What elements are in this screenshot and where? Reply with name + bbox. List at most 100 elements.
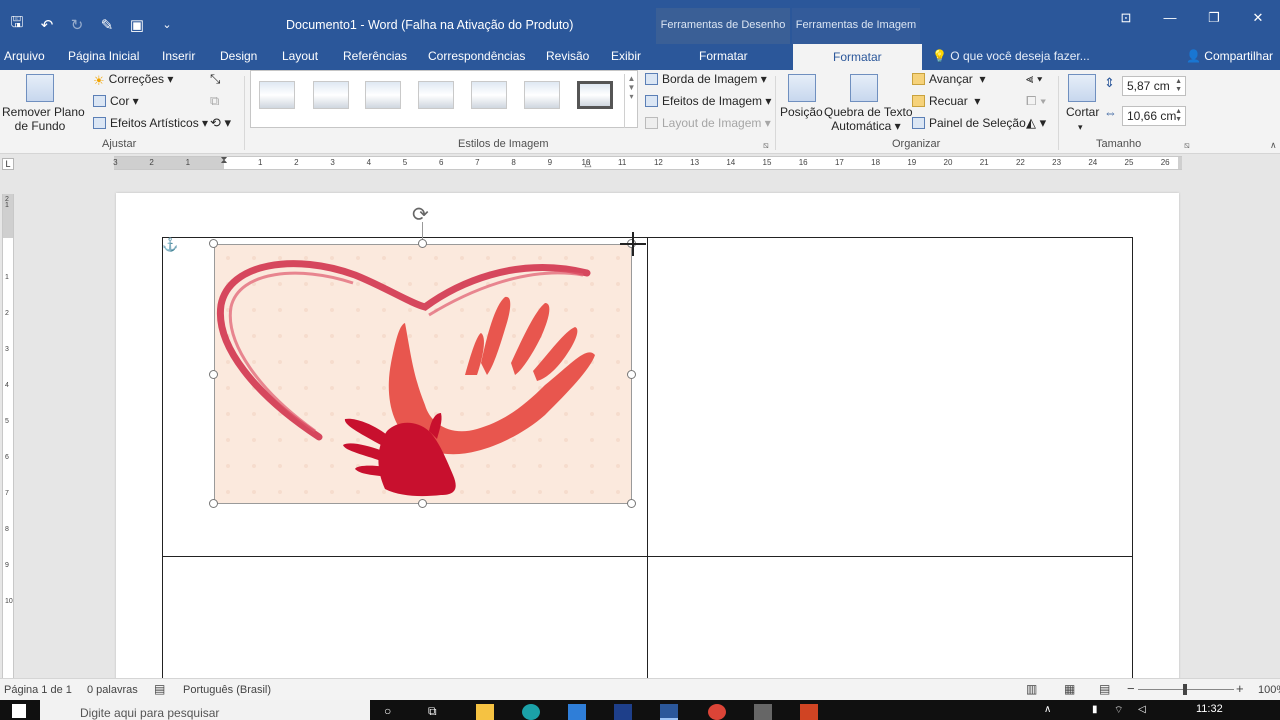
compress-pictures-icon[interactable]: ⤡ xyxy=(210,72,220,86)
styles-dialog-launcher-icon[interactable]: ⧅ xyxy=(763,138,769,152)
restore-button[interactable]: ❐ xyxy=(1192,10,1236,26)
redo-icon[interactable]: ↻ xyxy=(68,16,86,34)
share-button[interactable]: 👤 Compartilhar xyxy=(1186,47,1273,65)
customize-qat-icon[interactable]: ⌄ xyxy=(158,18,176,31)
task-view-icon[interactable]: ⧉ xyxy=(428,704,446,720)
layout-icon[interactable]: ▣ xyxy=(128,16,146,34)
picture-styles-gallery[interactable] xyxy=(250,70,638,128)
rotate-objects-icon[interactable]: ◭ ▾ xyxy=(1026,116,1046,130)
resize-handle-bottom[interactable] xyxy=(418,499,427,508)
size-dialog-launcher-icon[interactable]: ⧅ xyxy=(1184,138,1190,152)
tell-me-search[interactable]: 💡 O que você deseja fazer... xyxy=(932,47,1090,65)
style-thumb[interactable] xyxy=(365,81,401,109)
ribbon-options-icon[interactable]: ⊡ xyxy=(1104,10,1148,26)
artistic-effects-button[interactable]: Efeitos Artísticos ▾ xyxy=(93,116,208,130)
tab-formatar-imagem[interactable]: Formatar xyxy=(793,44,922,70)
crop-icon[interactable] xyxy=(1068,74,1096,102)
edge-icon[interactable] xyxy=(522,704,540,720)
reset-picture-icon[interactable]: ⟲ ▾ xyxy=(210,116,231,130)
wrap-text-icon[interactable] xyxy=(850,74,878,102)
remove-background-button[interactable]: Remover Plano de Fundo xyxy=(2,105,85,133)
width-spinner[interactable]: ▲ ▼ xyxy=(1175,108,1182,124)
zoom-in-button[interactable]: + xyxy=(1236,681,1244,696)
tab-arquivo[interactable]: Arquivo xyxy=(4,47,45,67)
align-icon[interactable]: ⫷ ▾ xyxy=(1026,72,1042,86)
color-button[interactable]: Cor ▾ xyxy=(93,94,139,108)
resize-handle-bottom-right[interactable] xyxy=(627,499,636,508)
position-button[interactable]: Posição xyxy=(780,105,823,119)
width-field[interactable]: 10,66 cm ▲ ▼ xyxy=(1122,106,1186,126)
read-mode-icon[interactable]: ▥ xyxy=(1026,682,1037,696)
change-picture-icon[interactable]: ⧉ xyxy=(210,94,219,108)
picture-layout-button[interactable]: Layout de Imagem ▾ xyxy=(645,116,771,130)
tray-chevron-icon[interactable]: ∧ xyxy=(1044,704,1062,720)
group-objects-icon[interactable]: ⧠ ▾ xyxy=(1026,94,1046,108)
word-count[interactable]: 0 palavras xyxy=(87,684,138,696)
language[interactable]: Português (Brasil) xyxy=(183,684,271,696)
tab-referencias[interactable]: Referências xyxy=(343,47,407,67)
resize-handle-top[interactable] xyxy=(418,239,427,248)
resize-handle-right[interactable] xyxy=(627,370,636,379)
vertical-ruler[interactable]: 2 1 1 2 3 4 5 6 7 8 9 10 xyxy=(2,194,14,678)
resize-handle-left[interactable] xyxy=(209,370,218,379)
rotate-handle-icon[interactable]: ⟳ xyxy=(412,202,429,227)
tab-design[interactable]: Design xyxy=(220,47,257,67)
chrome-icon[interactable] xyxy=(708,704,726,720)
zoom-level[interactable]: 100% xyxy=(1258,684,1280,696)
tab-exibir[interactable]: Exibir xyxy=(611,47,641,67)
volume-icon[interactable]: ◁ xyxy=(1138,704,1156,720)
zoom-out-button[interactable]: − xyxy=(1127,681,1135,696)
style-thumb[interactable] xyxy=(471,81,507,109)
mail-icon[interactable] xyxy=(568,704,586,720)
tab-selector[interactable]: L xyxy=(2,158,14,170)
corrections-button[interactable]: ☀ Correções ▾ xyxy=(93,72,173,88)
powerpoint-icon[interactable] xyxy=(800,704,818,720)
draw-icon[interactable]: ✎ xyxy=(98,16,116,34)
store-icon[interactable] xyxy=(754,704,772,720)
gallery-scrollbar[interactable]: ▲ ▼ ▾ xyxy=(624,74,638,128)
tab-pagina-inicial[interactable]: Página Inicial xyxy=(68,47,139,67)
network-icon[interactable]: ⌔ xyxy=(1114,704,1132,720)
save-icon[interactable]: 🖫 xyxy=(8,12,26,37)
tab-inserir[interactable]: Inserir xyxy=(162,47,195,67)
selection-pane-button[interactable]: Painel de Seleção xyxy=(912,116,1026,130)
height-spinner[interactable]: ▲ ▼ xyxy=(1175,78,1182,94)
web-layout-icon[interactable]: ▤ xyxy=(1099,682,1110,696)
bring-forward-button[interactable]: Avançar ▾ xyxy=(912,72,986,86)
undo-icon[interactable]: ↶ xyxy=(38,16,56,34)
tab-correspondencias[interactable]: Correspondências xyxy=(428,47,525,67)
taskbar-search[interactable]: Digite aqui para pesquisar xyxy=(40,700,370,720)
height-field[interactable]: 5,87 cm ▲ ▼ xyxy=(1122,76,1186,96)
word-taskbar-icon[interactable] xyxy=(660,704,678,720)
battery-icon[interactable]: ▮ xyxy=(1092,704,1110,720)
tab-revisao[interactable]: Revisão xyxy=(546,47,589,67)
picture-effects-button[interactable]: Efeitos de Imagem ▾ xyxy=(645,94,771,108)
style-thumb[interactable] xyxy=(577,81,613,109)
page-count[interactable]: Página 1 de 1 xyxy=(4,684,72,696)
style-thumb[interactable] xyxy=(524,81,560,109)
position-icon[interactable] xyxy=(788,74,816,102)
send-backward-button[interactable]: Recuar ▾ xyxy=(912,94,980,108)
proofing-icon[interactable]: ▤ xyxy=(154,682,165,696)
wrap-text-button[interactable]: Quebra de Texto Automática ▾ xyxy=(824,105,913,133)
style-thumb[interactable] xyxy=(259,81,295,109)
minimize-button[interactable]: — xyxy=(1148,10,1192,26)
resize-handle-bottom-left[interactable] xyxy=(209,499,218,508)
close-button[interactable]: ✕ xyxy=(1236,10,1280,26)
taskbar-clock[interactable]: 11:32 xyxy=(1196,703,1223,715)
style-thumb[interactable] xyxy=(313,81,349,109)
photoshop-icon[interactable] xyxy=(614,704,632,720)
collapse-ribbon-icon[interactable]: ∧ xyxy=(1270,138,1277,152)
selected-picture[interactable] xyxy=(214,244,632,504)
zoom-slider-thumb[interactable] xyxy=(1183,684,1187,695)
crop-button[interactable]: Cortar xyxy=(1066,105,1099,119)
cortana-icon[interactable]: ○ xyxy=(384,704,402,720)
print-layout-icon[interactable]: ▦ xyxy=(1064,682,1075,696)
tab-layout[interactable]: Layout xyxy=(282,47,318,67)
windows-start-icon[interactable] xyxy=(12,704,26,718)
crop-dropdown-icon[interactable]: ▾ xyxy=(1078,120,1083,134)
picture-border-button[interactable]: Borda de Imagem ▾ xyxy=(645,72,767,86)
tab-formatar-desenho[interactable]: Formatar xyxy=(699,47,748,67)
file-explorer-icon[interactable] xyxy=(476,704,494,720)
style-thumb[interactable] xyxy=(418,81,454,109)
